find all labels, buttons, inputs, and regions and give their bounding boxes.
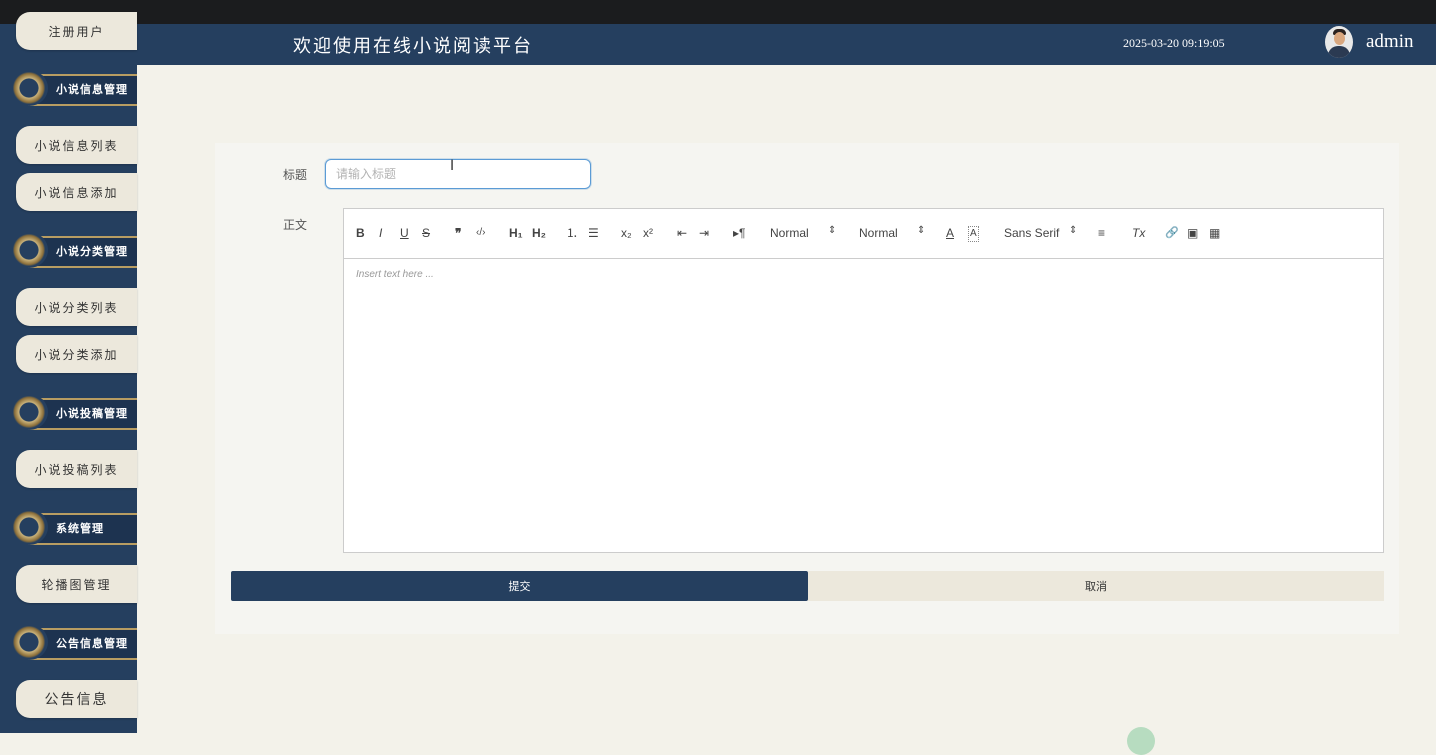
chevron-updown-icon: ⇕ <box>1069 225 1078 236</box>
window-top-strip <box>0 0 1436 24</box>
sidebar-group-submission[interactable]: 小说投稿管理 <box>8 392 137 432</box>
sidebar-item-submission-list[interactable]: 小说投稿列表 <box>16 450 137 488</box>
video-icon[interactable]: ▦ <box>1209 226 1220 240</box>
sidebar-item-novel-list[interactable]: 小说信息列表 <box>16 126 137 164</box>
indent-icon[interactable]: ⇥ <box>699 226 709 240</box>
chevron-updown-icon: ⇕ <box>828 225 837 236</box>
title-input[interactable] <box>325 159 591 189</box>
blockquote-icon[interactable]: ❞ <box>455 226 461 240</box>
submit-button[interactable]: 提交 <box>231 571 808 601</box>
align-icon[interactable]: ≡ <box>1098 226 1105 240</box>
chevron-updown-icon: ⇕ <box>917 225 926 236</box>
link-icon[interactable]: 🔗 <box>1165 226 1179 240</box>
sidebar-group-novel-info[interactable]: 小说信息管理 <box>8 68 137 108</box>
sidebar-group-system[interactable]: 系统管理 <box>8 507 137 547</box>
sidebar-group-notice[interactable]: 公告信息管理 <box>8 622 137 662</box>
editor-content-area[interactable]: Insert text here ... <box>356 269 434 280</box>
font-select[interactable]: Sans Serif <box>1004 226 1059 240</box>
header-select[interactable]: Normal <box>859 226 898 240</box>
header-bar: 欢迎使用在线小说阅读平台 2025-03-20 09:19:05 admin <box>137 24 1436 65</box>
font-color-icon[interactable]: A <box>946 226 954 240</box>
sidebar-item-category-list[interactable]: 小说分类列表 <box>16 288 137 326</box>
size-select[interactable]: Normal <box>770 226 809 240</box>
strike-icon[interactable]: S <box>422 226 430 240</box>
background-color-icon[interactable]: A <box>968 226 979 242</box>
sidebar-item-notice[interactable]: 公告信息 <box>16 680 137 718</box>
underline-icon[interactable]: U <box>400 226 409 240</box>
page-title: 欢迎使用在线小说阅读平台 <box>293 36 533 57</box>
sidebar-item-register-users[interactable]: 注册用户 <box>16 12 137 50</box>
h1-icon[interactable]: H₁ <box>509 226 523 240</box>
bullet-list-icon[interactable]: ☰ <box>588 226 599 240</box>
rich-text-editor: B I U S ❞ ‹/› H₁ H₂ ⒈ ☰ x₂ x² ⇤ ⇥ ▸¶ Nor… <box>343 208 1384 553</box>
sidebar-item-novel-add[interactable]: 小说信息添加 <box>16 173 137 211</box>
text-cursor-icon: I <box>450 158 455 174</box>
avatar[interactable] <box>1325 26 1353 58</box>
sidebar-item-carousel[interactable]: 轮播图管理 <box>16 565 137 603</box>
title-label: 标题 <box>283 168 308 182</box>
subscript-icon[interactable]: x₂ <box>621 226 632 240</box>
ordered-list-icon[interactable]: ⒈ <box>566 226 578 240</box>
ornament-icon <box>10 509 48 545</box>
italic-icon[interactable]: I <box>379 226 382 240</box>
body-label: 正文 <box>283 218 308 232</box>
ornament-icon <box>10 232 48 268</box>
clean-format-icon[interactable]: Tx <box>1132 226 1145 240</box>
ornament-icon <box>10 624 48 660</box>
cancel-button[interactable]: 取消 <box>808 571 1384 601</box>
outdent-icon[interactable]: ⇤ <box>677 226 687 240</box>
sidebar: 注册用户 小说信息管理 小说信息列表 小说信息添加 小说分类管理 小说分类列表 … <box>0 12 137 733</box>
code-icon[interactable]: ‹/› <box>476 226 485 240</box>
sidebar-item-category-add[interactable]: 小说分类添加 <box>16 335 137 373</box>
superscript-icon[interactable]: x² <box>643 226 653 240</box>
h2-icon[interactable]: H₂ <box>532 226 546 240</box>
ornament-icon <box>10 394 48 430</box>
sidebar-group-category[interactable]: 小说分类管理 <box>8 230 137 270</box>
header-username[interactable]: admin <box>1366 31 1414 53</box>
image-icon[interactable]: ▣ <box>1187 226 1198 240</box>
floating-action-button[interactable] <box>1127 727 1155 755</box>
text-direction-icon[interactable]: ▸¶ <box>733 226 745 240</box>
ornament-icon <box>10 70 48 106</box>
header-datetime: 2025-03-20 09:19:05 <box>1123 36 1225 50</box>
bold-icon[interactable]: B <box>356 226 365 240</box>
editor-toolbar: B I U S ❞ ‹/› H₁ H₂ ⒈ ☰ x₂ x² ⇤ ⇥ ▸¶ Nor… <box>344 209 1383 259</box>
